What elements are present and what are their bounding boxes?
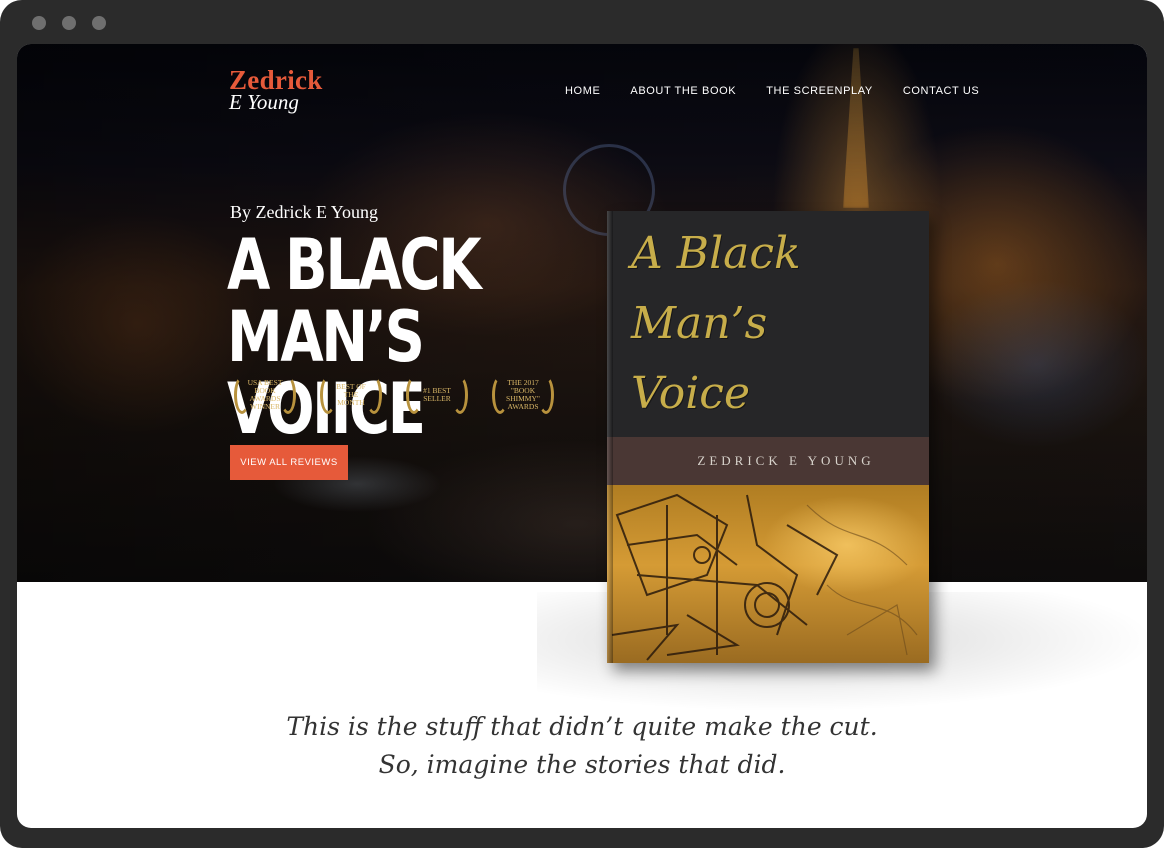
award-text: BEST OF THE MONTH <box>336 382 366 407</box>
book-title: A Black Man’s Voice <box>631 228 801 419</box>
nav-the-screenplay[interactable]: THE SCREENPLAY <box>766 85 873 97</box>
award-text: THE 2017 "book shimmy" AWARDS <box>506 378 540 411</box>
book-author: ZEDRICK E YOUNG <box>697 453 875 468</box>
tagline-quote: This is the stuff that didn’t quite make… <box>17 708 1147 784</box>
quote-line-1: This is the stuff that didn’t quite make… <box>286 712 878 741</box>
award-badge: THE 2017 "book shimmy" AWARDS <box>488 374 558 416</box>
award-badge: USA BEST BOOK AWARDS WINNER <box>230 374 300 416</box>
award-text: #1 BEST SELLER <box>423 386 451 403</box>
author-byline: By Zedrick E Young <box>230 202 378 222</box>
award-badge: BEST OF THE MONTH <box>316 374 386 416</box>
book-cover-art <box>607 485 929 663</box>
window-dot-icon <box>32 16 46 30</box>
headline-line-2: MAN’S VOIICE <box>227 296 426 450</box>
headline-line-1: A BLACK <box>227 224 482 306</box>
window-dot-icon <box>92 16 106 30</box>
nav-contact-us[interactable]: CONTACT US <box>903 85 980 97</box>
site-logo[interactable]: Zedrick E Young <box>229 66 323 114</box>
window-controls <box>32 16 106 30</box>
book-author-band: ZEDRICK E YOUNG <box>607 437 929 485</box>
view-all-reviews-button[interactable]: VIEW ALL REVIEWS <box>230 445 348 480</box>
browser-window: Zedrick E Young HOME ABOUT THE BOOK THE … <box>0 0 1164 848</box>
main-nav: HOME ABOUT THE BOOK THE SCREENPLAY CONTA… <box>565 85 979 97</box>
logo-subtitle: E Young <box>229 90 299 114</box>
wire-sculpture-image <box>611 493 918 661</box>
award-badges: USA BEST BOOK AWARDS WINNER BEST OF THE … <box>230 374 558 416</box>
book-cover: A Black Man’s Voice ZEDRICK E YOUNG <box>607 211 929 663</box>
window-dot-icon <box>62 16 76 30</box>
nav-about-the-book[interactable]: ABOUT THE BOOK <box>630 85 736 97</box>
nav-home[interactable]: HOME <box>565 85 600 97</box>
award-badge: #1 BEST SELLER <box>402 374 472 416</box>
quote-line-2: So, imagine the stories that did. <box>378 750 786 779</box>
page-viewport: Zedrick E Young HOME ABOUT THE BOOK THE … <box>17 44 1147 828</box>
hero-background <box>17 44 1147 582</box>
award-text: USA BEST BOOK AWARDS WINNER <box>247 378 283 411</box>
